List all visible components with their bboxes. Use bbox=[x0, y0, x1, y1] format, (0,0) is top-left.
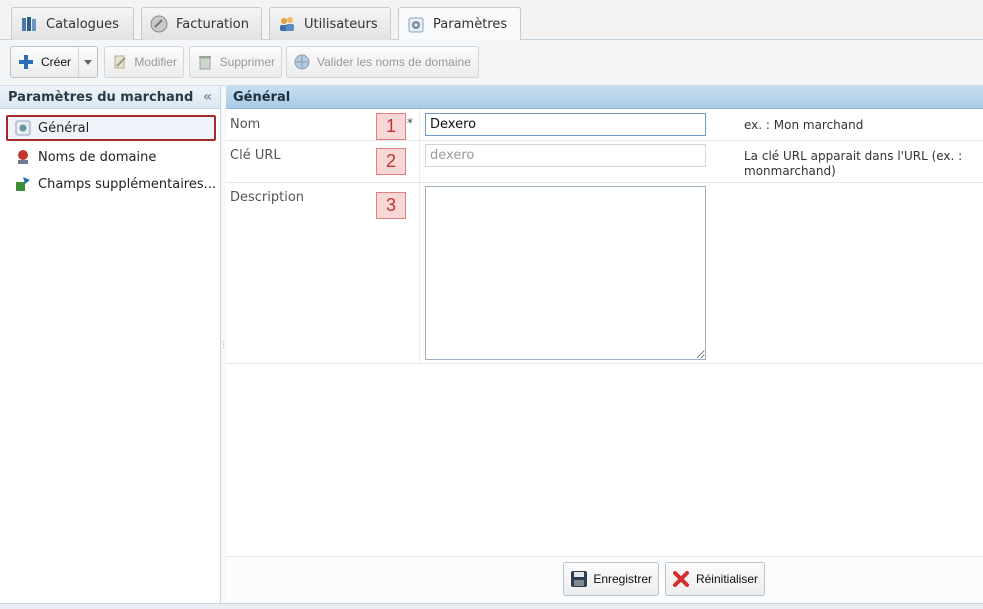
nav-item-label: Champs supplémentaires... bbox=[38, 176, 217, 192]
form-row-description: Description 3 bbox=[226, 183, 983, 364]
description-textarea[interactable] bbox=[425, 186, 706, 360]
form-title: Général bbox=[226, 86, 983, 109]
nav-item-extra-fields[interactable]: Champs supplémentaires... bbox=[8, 171, 216, 197]
toolbar: Créer Modifier Supprimer Valider les nom… bbox=[0, 40, 983, 86]
nav-item-general[interactable]: Général bbox=[6, 115, 216, 141]
globe-icon bbox=[293, 53, 311, 71]
edit-button[interactable]: Modifier bbox=[104, 46, 184, 78]
save-button[interactable]: Enregistrer bbox=[563, 562, 659, 596]
form-footer: Enregistrer Réinitialiser bbox=[226, 556, 983, 603]
billing-disc-icon bbox=[150, 15, 168, 33]
url-key-label: Clé URL bbox=[230, 148, 281, 163]
validate-domains-button[interactable]: Valider les noms de domaine bbox=[286, 46, 479, 78]
tab-parametres[interactable]: Paramètres bbox=[398, 7, 521, 41]
tab-utilisateurs[interactable]: Utilisateurs bbox=[269, 7, 391, 40]
settings-gear-icon bbox=[407, 16, 425, 34]
tab-label: Paramètres bbox=[433, 17, 508, 32]
delete-label: Supprimer bbox=[219, 55, 275, 69]
reset-label: Réinitialiser bbox=[695, 572, 758, 586]
name-hint: ex. : Mon marchand bbox=[744, 118, 864, 132]
edit-label: Modifier bbox=[134, 55, 177, 69]
reset-button[interactable]: Réinitialiser bbox=[665, 562, 765, 596]
form-row-url-key: Clé URL 2 La clé URL apparait dans l'URL… bbox=[226, 141, 983, 183]
nav-item-domain-names[interactable]: Noms de domaine bbox=[8, 144, 156, 170]
catalog-books-icon bbox=[20, 15, 38, 33]
panel-title: Paramètres du marchand bbox=[8, 89, 194, 105]
save-label: Enregistrer bbox=[593, 572, 652, 586]
edit-pencil-icon bbox=[111, 53, 128, 71]
create-dropdown-button[interactable] bbox=[78, 46, 98, 78]
create-label: Créer bbox=[41, 55, 72, 69]
tab-facturation[interactable]: Facturation bbox=[141, 7, 262, 40]
tab-label: Facturation bbox=[176, 16, 249, 32]
plus-icon bbox=[17, 53, 35, 71]
red-x-icon bbox=[672, 569, 691, 589]
form-row-name: Nom 1 * ex. : Mon marchand bbox=[226, 110, 983, 141]
panel-header: Paramètres du marchand « bbox=[0, 86, 220, 109]
tab-label: Catalogues bbox=[46, 16, 119, 32]
validate-domains-label: Valider les noms de domaine bbox=[317, 55, 471, 69]
main-tab-bar: Catalogues Facturation Utilisateurs Para… bbox=[0, 0, 983, 41]
delete-button[interactable]: Supprimer bbox=[189, 46, 282, 78]
url-key-input[interactable] bbox=[425, 144, 706, 167]
nav-item-label: Général bbox=[38, 120, 90, 136]
floppy-disk-icon bbox=[570, 569, 588, 589]
description-label: Description bbox=[230, 190, 305, 205]
annotation-badge: 1 bbox=[376, 113, 406, 140]
merchant-settings-panel: Paramètres du marchand « Général Noms de… bbox=[0, 86, 221, 603]
annotation-badge: 2 bbox=[376, 148, 406, 175]
annotation-badge: 3 bbox=[376, 192, 406, 219]
url-key-hint: La clé URL apparait dans l'URL (ex. : mo… bbox=[744, 149, 963, 178]
name-label: Nom bbox=[230, 117, 261, 132]
tab-label: Utilisateurs bbox=[304, 16, 378, 32]
status-bar bbox=[0, 603, 983, 609]
trash-icon bbox=[196, 53, 214, 71]
nav-item-label: Noms de domaine bbox=[38, 149, 157, 165]
create-button[interactable]: Créer bbox=[10, 46, 79, 78]
general-form-panel: Général Nom 1 * ex. : Mon marchand Clé U… bbox=[226, 86, 983, 603]
collapse-icon[interactable]: « bbox=[203, 89, 212, 105]
required-mark: * bbox=[407, 116, 413, 130]
extra-fields-icon bbox=[14, 175, 32, 193]
general-settings-icon bbox=[14, 119, 32, 137]
name-input[interactable] bbox=[425, 113, 706, 136]
chevron-down-icon bbox=[84, 55, 92, 69]
tab-catalogues[interactable]: Catalogues bbox=[11, 7, 134, 40]
domain-names-icon bbox=[14, 148, 32, 166]
users-icon bbox=[278, 15, 296, 33]
